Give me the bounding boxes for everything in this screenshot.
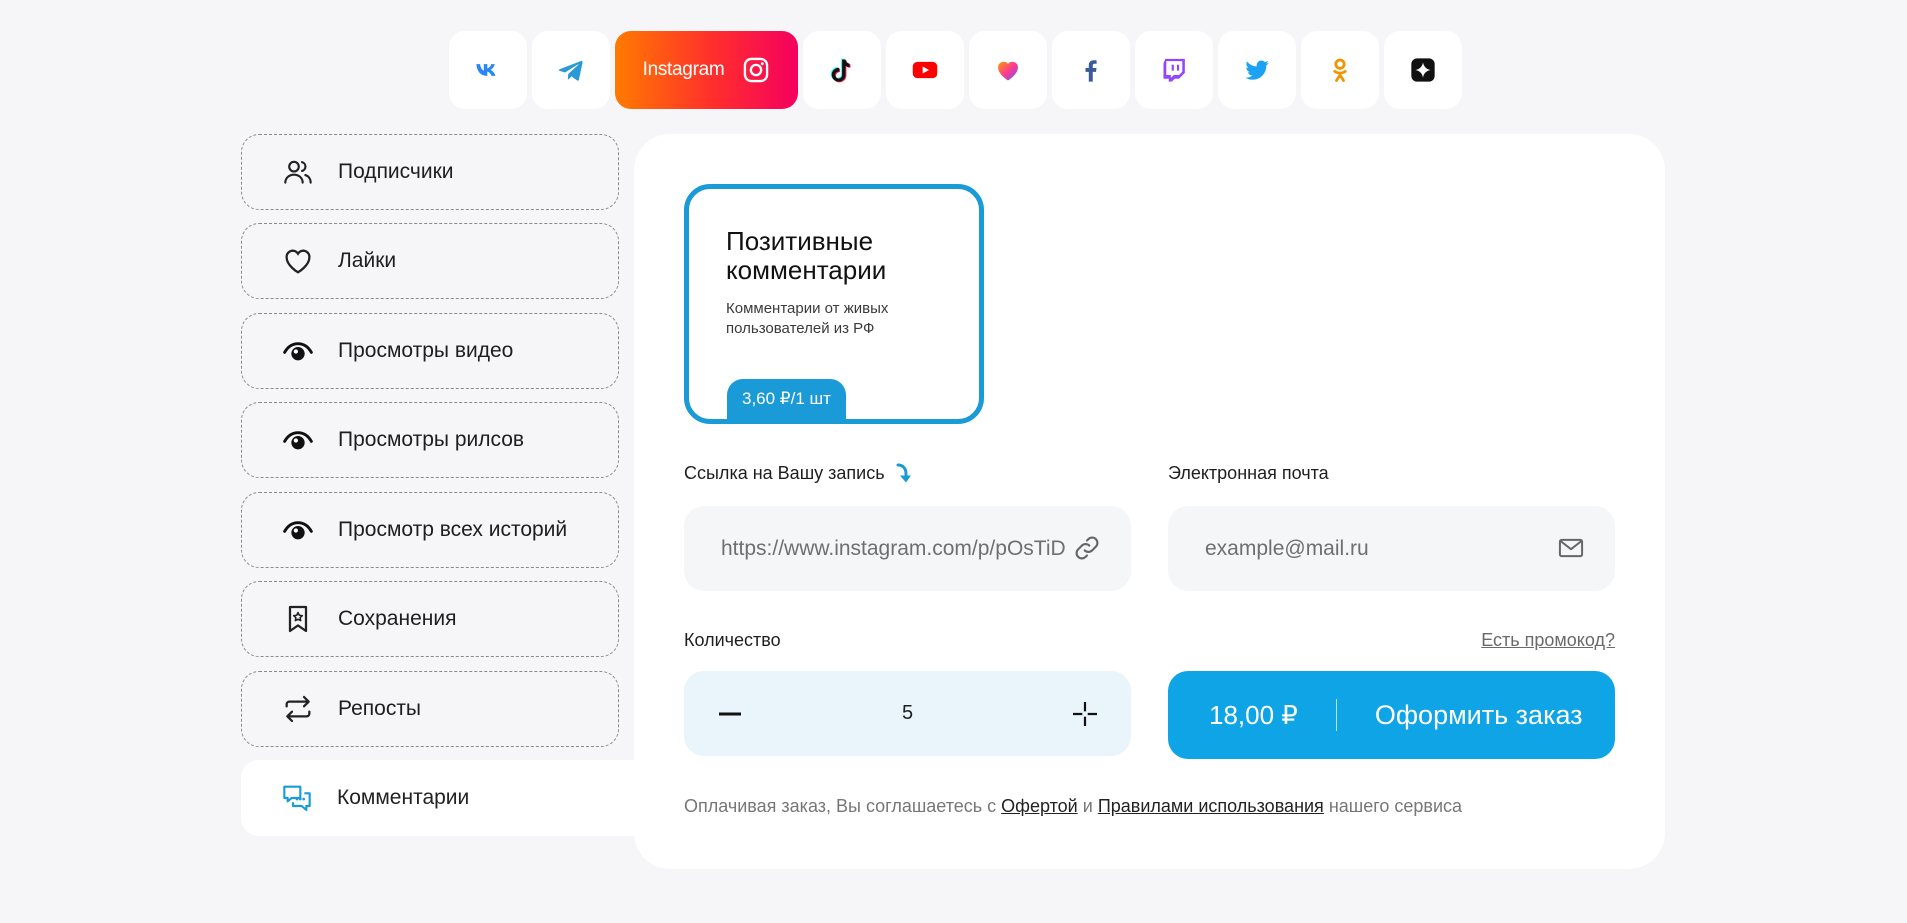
- instagram-icon: [744, 57, 769, 83]
- odnoklassniki-icon: [1333, 58, 1347, 82]
- email-placeholder: example@mail.ru: [1205, 536, 1369, 560]
- comments-icon: [279, 780, 315, 816]
- instagram-label: Instagram: [642, 59, 725, 80]
- telegram-icon: [558, 60, 583, 81]
- social-network-bar: Instagram: [449, 31, 1462, 109]
- order-divider: [1335, 699, 1337, 731]
- menu-item-reels-views[interactable]: Просмотры рилсов: [241, 402, 619, 478]
- social-odnoklassniki-button[interactable]: [1301, 31, 1379, 109]
- link-field-label: Ссылка на Вашу запись: [684, 463, 912, 485]
- users-icon: [280, 154, 316, 190]
- tiktok-icon: [830, 58, 851, 83]
- order-total: 18,00 ₽: [1209, 699, 1298, 730]
- social-twitch-button[interactable]: [1135, 31, 1213, 109]
- bookmark-icon: [280, 601, 316, 637]
- social-likee-button[interactable]: [969, 31, 1047, 109]
- eye-icon: [280, 512, 316, 548]
- quantity-label: Количество: [684, 630, 781, 650]
- service-title: Позитивные комментарии: [726, 226, 887, 285]
- menu-item-label: Подписчики: [338, 160, 454, 183]
- service-description: Комментарии от живых пользователей из РФ: [726, 300, 889, 337]
- eye-icon: [280, 333, 316, 369]
- menu-item-reposts[interactable]: Репосты: [241, 671, 619, 747]
- menu-item-comments[interactable]: Комментарии: [241, 760, 641, 836]
- plus-icon: [1073, 701, 1097, 726]
- legal-prefix: Оплачивая заказ, Вы соглашаетесь с: [684, 796, 997, 816]
- post-link-input[interactable]: https://www.instagram.com/p/pOsTiD: [684, 506, 1131, 591]
- vk-icon: [476, 64, 496, 76]
- service-card-positive-comments[interactable]: Позитивные комментарии Комментарии от жи…: [684, 184, 984, 424]
- menu-item-likes[interactable]: Лайки: [241, 223, 619, 299]
- minus-icon: [719, 712, 741, 715]
- link-icon: [1075, 536, 1099, 560]
- menu-item-label: Просмотры видео: [338, 339, 514, 362]
- menu-item-label: Комментарии: [337, 786, 470, 809]
- rules-link[interactable]: Правилами использования: [1098, 796, 1324, 816]
- social-facebook-button[interactable]: [1052, 31, 1130, 109]
- post-link-value: https://www.instagram.com/p/pOsTiD: [721, 536, 1066, 560]
- likee-icon: [998, 61, 1018, 81]
- repost-icon: [280, 691, 316, 727]
- social-tiktok-button[interactable]: [803, 31, 881, 109]
- menu-item-label: Лайки: [338, 249, 397, 272]
- quantity-value[interactable]: 5: [902, 702, 913, 725]
- legal-notice: Оплачивая заказ, Вы соглашаетесь с Оферт…: [684, 796, 1462, 817]
- social-vk-button[interactable]: [449, 31, 527, 109]
- social-telegram-button[interactable]: [532, 31, 610, 109]
- quantity-stepper: 5: [684, 671, 1131, 756]
- mail-icon: [1558, 538, 1584, 558]
- social-youtube-button[interactable]: [886, 31, 964, 109]
- menu-item-video-views[interactable]: Просмотры видео: [241, 313, 619, 389]
- menu-item-label: Просмотры рилсов: [338, 428, 525, 451]
- menu-item-followers[interactable]: Подписчики: [241, 134, 619, 210]
- legal-and: и: [1082, 796, 1093, 816]
- menu-item-stories-views[interactable]: Просмотр всех историй: [241, 492, 619, 568]
- promo-code-link[interactable]: Есть промокод?: [1481, 630, 1615, 651]
- menu-item-saves[interactable]: Сохранения: [241, 581, 619, 657]
- offer-link[interactable]: Офертой: [1001, 796, 1078, 816]
- sparkle-icon: [1411, 58, 1435, 82]
- increment-button[interactable]: [1055, 684, 1115, 744]
- social-other-button[interactable]: [1384, 31, 1462, 109]
- menu-item-label: Сохранения: [338, 607, 457, 630]
- order-panel: Позитивные комментарии Комментарии от жи…: [634, 134, 1665, 869]
- decrement-button[interactable]: [700, 684, 760, 744]
- social-instagram-button[interactable]: Instagram: [615, 31, 798, 109]
- facebook-icon: [1085, 60, 1097, 82]
- twitter-icon: [1245, 60, 1269, 80]
- social-twitter-button[interactable]: [1218, 31, 1296, 109]
- eye-icon: [280, 422, 316, 458]
- menu-item-label: Просмотр всех историй: [338, 518, 568, 541]
- youtube-icon: [912, 61, 938, 79]
- twitch-icon: [1163, 58, 1185, 82]
- email-field-label: Электронная почта: [1168, 463, 1329, 483]
- heart-icon: [280, 243, 316, 279]
- email-input[interactable]: example@mail.ru: [1168, 506, 1615, 591]
- arrow-down-icon: [896, 463, 911, 483]
- legal-suffix: нашего сервиса: [1328, 796, 1463, 816]
- link-label-text: Ссылка на Вашу запись: [684, 463, 885, 483]
- order-action-label: Оформить заказ: [1374, 699, 1583, 730]
- place-order-button[interactable]: 18,00 ₽ Оформить заказ: [1168, 671, 1615, 759]
- menu-item-label: Репосты: [338, 697, 422, 720]
- service-price-badge: 3,60 ₽/1 шт: [727, 379, 846, 419]
